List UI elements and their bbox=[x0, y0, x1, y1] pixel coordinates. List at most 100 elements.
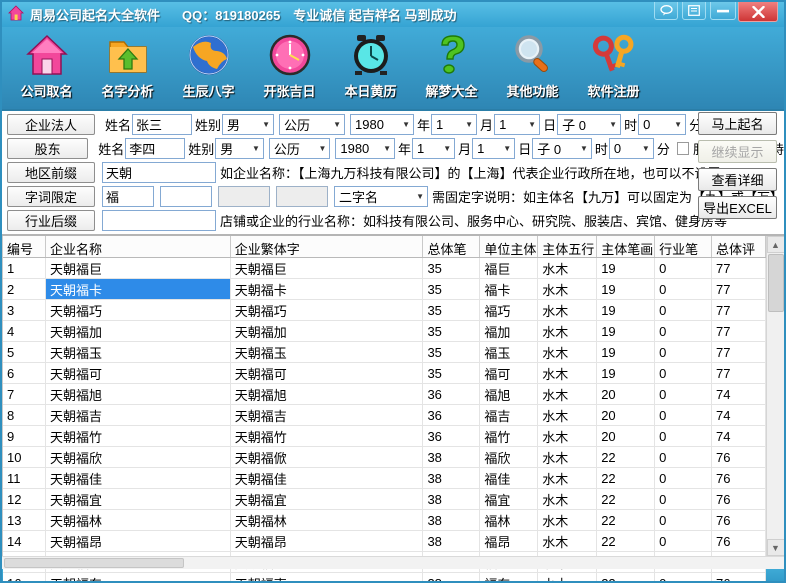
table-cell[interactable]: 19 bbox=[597, 258, 655, 278]
table-cell[interactable]: 3 bbox=[3, 300, 46, 320]
table-cell[interactable]: 35 bbox=[423, 258, 480, 278]
table-cell[interactable]: 天朝福巧 bbox=[46, 300, 231, 320]
table-cell[interactable]: 0 bbox=[655, 342, 712, 362]
table-cell[interactable]: 水木 bbox=[538, 468, 597, 488]
table-cell[interactable]: 0 bbox=[655, 510, 712, 530]
table-row[interactable]: 1天朝福巨天朝福巨35福巨水木19077 bbox=[3, 258, 766, 279]
table-cell[interactable]: 天朝福林 bbox=[231, 510, 424, 530]
table-cell[interactable]: 0 bbox=[655, 405, 712, 425]
table-cell[interactable]: 38 bbox=[423, 510, 480, 530]
table-cell[interactable]: 水木 bbox=[538, 363, 597, 383]
close-button[interactable] bbox=[738, 2, 778, 22]
table-cell[interactable]: 0 bbox=[655, 300, 712, 320]
table-cell[interactable]: 水木 bbox=[538, 342, 597, 362]
table-cell[interactable]: 天朝福可 bbox=[46, 363, 231, 383]
view-detail-button[interactable]: 查看详细 bbox=[698, 168, 777, 191]
table-cell[interactable]: 水木 bbox=[538, 489, 597, 509]
horizontal-scrollbar[interactable] bbox=[2, 556, 784, 569]
table-cell[interactable]: 77 bbox=[712, 363, 766, 383]
table-header-cell[interactable]: 编号 bbox=[3, 236, 46, 257]
table-row[interactable]: 3天朝福巧天朝福巧35福巧水木19077 bbox=[3, 300, 766, 321]
table-cell[interactable]: 35 bbox=[423, 363, 480, 383]
shareholder-calendar-select[interactable]: 公历▼ bbox=[269, 138, 331, 159]
legal-month-select[interactable]: 1▼ bbox=[431, 114, 477, 135]
shareholder-gender-select[interactable]: 男▼ bbox=[215, 138, 264, 159]
shareholder-month-select[interactable]: 1▼ bbox=[412, 138, 455, 159]
table-row[interactable]: 9天朝福竹天朝福竹36福竹水木20074 bbox=[3, 426, 766, 447]
legal-minute-select[interactable]: 0▼ bbox=[638, 114, 686, 135]
scroll-up-button[interactable]: ▲ bbox=[767, 236, 785, 253]
table-cell[interactable]: 36 bbox=[423, 405, 480, 425]
table-cell[interactable]: 天朝福巧 bbox=[231, 300, 424, 320]
table-cell[interactable]: 14 bbox=[3, 531, 46, 551]
table-cell[interactable]: 天朝福玉 bbox=[231, 342, 424, 362]
industry-suffix-input[interactable] bbox=[102, 210, 216, 231]
table-cell[interactable]: 水木 bbox=[538, 279, 597, 299]
table-cell[interactable]: 天朝福巨 bbox=[46, 258, 231, 278]
table-cell[interactable]: 天朝福佳 bbox=[231, 468, 424, 488]
minimize-button[interactable] bbox=[710, 2, 736, 20]
table-cell[interactable]: 天朝福玉 bbox=[46, 342, 231, 362]
table-cell[interactable]: 22 bbox=[597, 447, 655, 467]
table-cell[interactable]: 0 bbox=[655, 489, 712, 509]
shareholder-day-select[interactable]: 1▼ bbox=[472, 138, 515, 159]
table-cell[interactable]: 福昂 bbox=[480, 531, 538, 551]
table-cell[interactable]: 天朝福旭 bbox=[231, 384, 424, 404]
table-cell[interactable]: 36 bbox=[423, 384, 480, 404]
table-cell[interactable]: 福宜 bbox=[480, 489, 538, 509]
table-cell[interactable]: 天朝福可 bbox=[231, 363, 424, 383]
table-cell[interactable]: 77 bbox=[712, 258, 766, 278]
table-cell[interactable]: 天朝福吉 bbox=[46, 405, 231, 425]
table-cell[interactable]: 19 bbox=[597, 279, 655, 299]
scrollbar-thumb[interactable] bbox=[768, 254, 784, 312]
table-header-cell[interactable]: 企业名称 bbox=[46, 236, 231, 257]
table-cell[interactable]: 38 bbox=[423, 468, 480, 488]
toolbar-item-name-analysis[interactable]: 名字分析 bbox=[87, 27, 168, 109]
table-cell[interactable]: 天朝福巨 bbox=[231, 258, 424, 278]
table-header-cell[interactable]: 行业笔画 bbox=[655, 236, 712, 257]
table-cell[interactable]: 天朝福竹 bbox=[231, 426, 424, 446]
table-row[interactable]: 16天朝福东天朝福東38福东水木22076 bbox=[3, 573, 766, 583]
shareholder-hour-select[interactable]: 子 0▼ bbox=[532, 138, 592, 159]
table-cell[interactable]: 20 bbox=[597, 384, 655, 404]
table-cell[interactable]: 9 bbox=[3, 426, 46, 446]
table-cell[interactable]: 天朝福宜 bbox=[231, 489, 424, 509]
table-cell[interactable]: 天朝福俽 bbox=[231, 447, 424, 467]
shareholder-year-select[interactable]: 1980▼ bbox=[335, 138, 395, 159]
table-row[interactable]: 7天朝福旭天朝福旭36福旭水木20074 bbox=[3, 384, 766, 405]
table-cell[interactable]: 天朝福卡 bbox=[46, 279, 231, 299]
table-cell[interactable]: 22 bbox=[597, 489, 655, 509]
table-cell[interactable]: 福旭 bbox=[480, 384, 538, 404]
toolbar-item-dream-dictionary[interactable]: 解梦大全 bbox=[411, 27, 492, 109]
table-cell[interactable]: 天朝福東 bbox=[231, 573, 424, 583]
table-cell[interactable]: 0 bbox=[655, 531, 712, 551]
scroll-down-button[interactable]: ▼ bbox=[767, 539, 785, 556]
table-cell[interactable]: 天朝福宜 bbox=[46, 489, 231, 509]
table-cell[interactable]: 76 bbox=[712, 510, 766, 530]
table-cell[interactable]: 0 bbox=[655, 426, 712, 446]
table-cell[interactable]: 福卡 bbox=[480, 279, 538, 299]
toolbar-item-company-naming[interactable]: 公司取名 bbox=[6, 27, 87, 109]
legal-year-select[interactable]: 1980▼ bbox=[350, 114, 414, 135]
table-cell[interactable]: 天朝福竹 bbox=[46, 426, 231, 446]
toolbar-item-opening-day[interactable]: 开张吉日 bbox=[249, 27, 330, 109]
table-cell[interactable]: 0 bbox=[655, 468, 712, 488]
table-cell[interactable]: 76 bbox=[712, 447, 766, 467]
toolbar-item-software-register[interactable]: 软件注册 bbox=[573, 27, 654, 109]
table-cell[interactable]: 74 bbox=[712, 384, 766, 404]
name-length-select[interactable]: 二字名▼ bbox=[334, 186, 428, 207]
table-cell[interactable]: 16 bbox=[3, 573, 46, 583]
table-cell[interactable]: 福玉 bbox=[480, 342, 538, 362]
table-cell[interactable]: 77 bbox=[712, 300, 766, 320]
table-cell[interactable]: 福欣 bbox=[480, 447, 538, 467]
shareholder-button[interactable]: 股东 bbox=[7, 138, 88, 159]
table-cell[interactable]: 水木 bbox=[538, 258, 597, 278]
table-cell[interactable]: 0 bbox=[655, 258, 712, 278]
table-cell[interactable]: 福巧 bbox=[480, 300, 538, 320]
vertical-scrollbar[interactable]: ▲ ▼ bbox=[766, 236, 784, 556]
table-cell[interactable]: 8 bbox=[3, 405, 46, 425]
table-cell[interactable]: 0 bbox=[655, 363, 712, 383]
table-cell[interactable]: 水木 bbox=[538, 426, 597, 446]
table-header-cell[interactable]: 总体笔画 bbox=[423, 236, 480, 257]
table-cell[interactable]: 35 bbox=[423, 279, 480, 299]
